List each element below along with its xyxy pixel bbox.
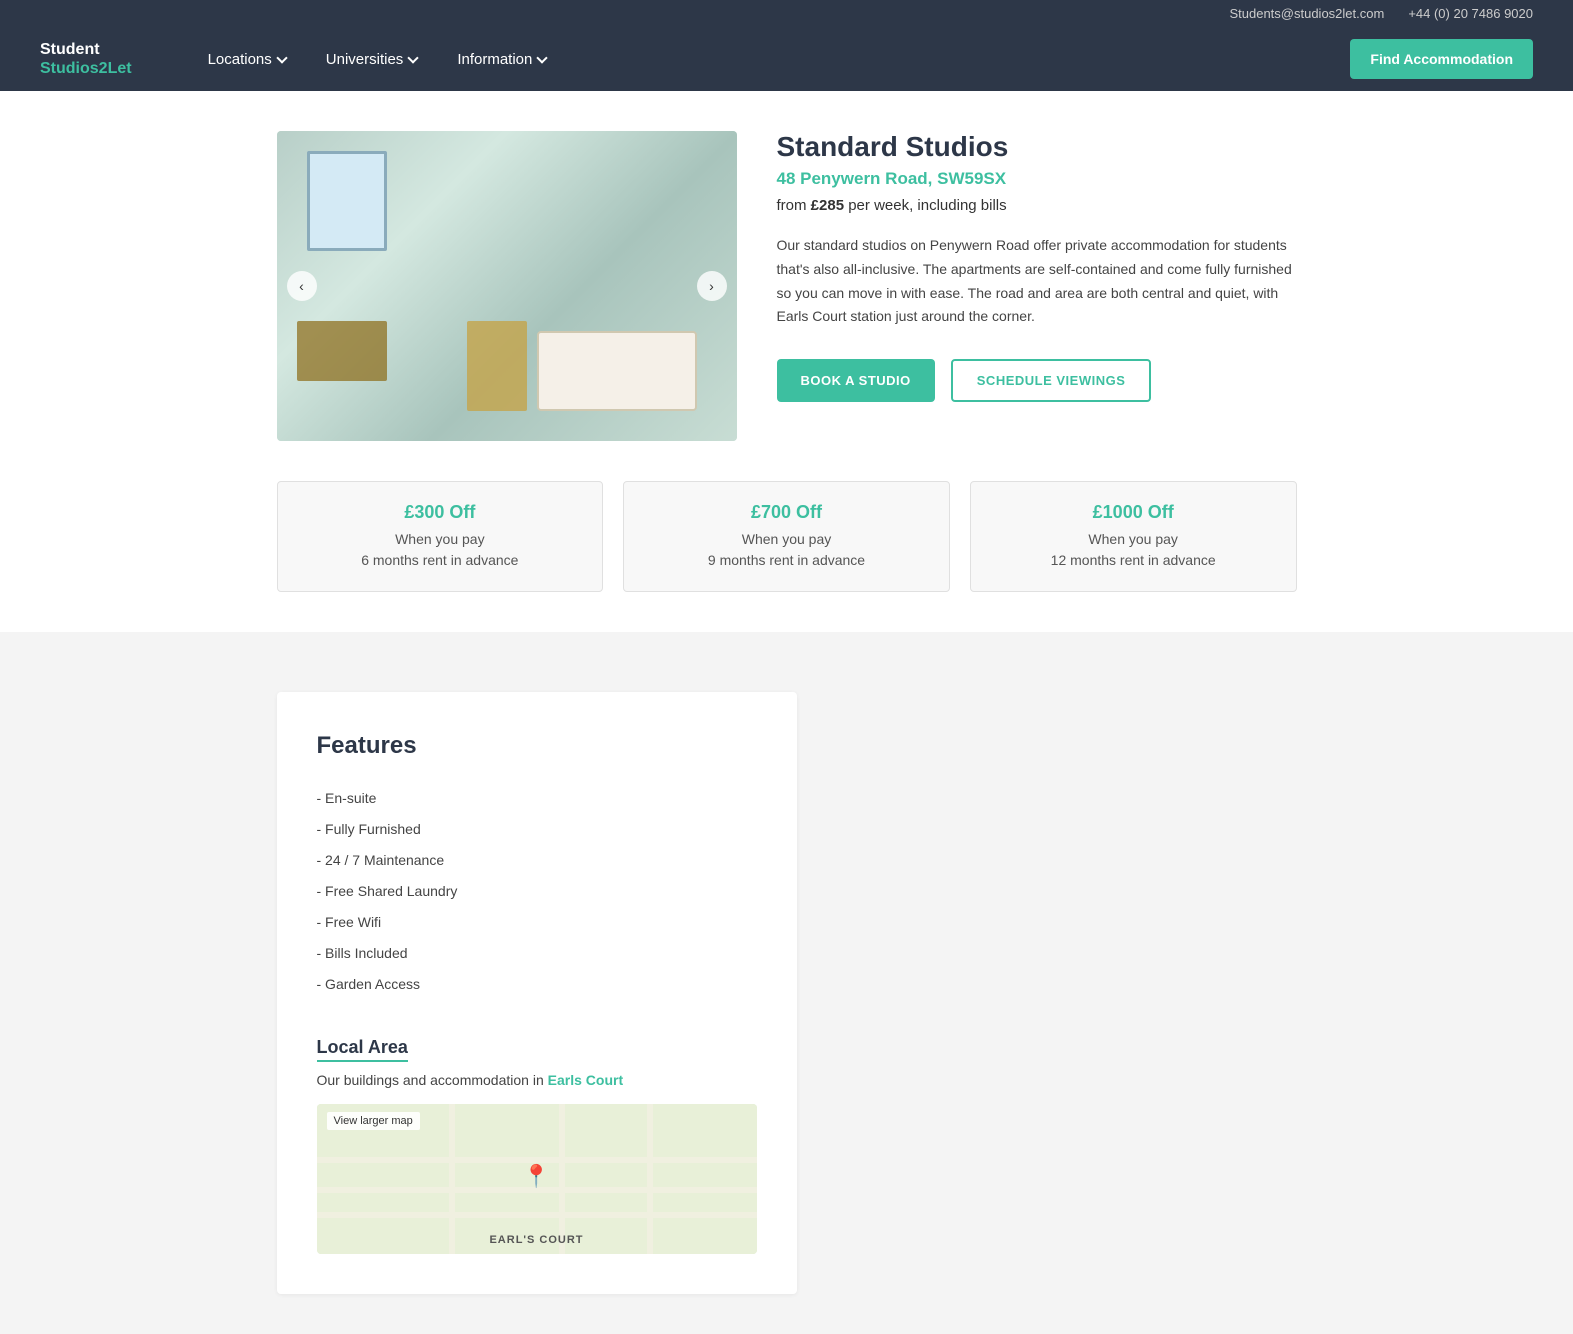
discount-amount-2: £700 Off xyxy=(644,502,929,523)
discount-section: £300 Off When you pay 6 months rent in a… xyxy=(277,481,1297,592)
property-info: Standard Studios 48 Penywern Road, SW59S… xyxy=(777,131,1297,402)
map-road-h1 xyxy=(317,1157,757,1163)
feature-garden: - Garden Access xyxy=(317,974,757,995)
contact-email[interactable]: Students@studios2let.com xyxy=(1229,6,1384,21)
header-nav: Student Studios2Let Locations Universiti… xyxy=(0,27,1573,91)
property-image: ‹ › xyxy=(277,131,737,441)
discount-card-1: £300 Off When you pay 6 months rent in a… xyxy=(277,481,604,592)
map-road-v2 xyxy=(559,1104,565,1254)
features-content: Features - En-suite - Fully Furnished - … xyxy=(277,692,797,1294)
room-window xyxy=(307,151,387,251)
discount-amount-3: £1000 Off xyxy=(991,502,1276,523)
price-amount: £285 xyxy=(811,197,844,214)
view-larger-map-link[interactable]: View larger map xyxy=(327,1112,420,1130)
discount-desc-1: When you pay 6 months rent in advance xyxy=(298,529,583,571)
universities-dropdown-icon xyxy=(408,52,419,63)
property-buttons: BOOK A STUDIO SCHEDULE VIEWINGS xyxy=(777,359,1297,402)
price-prefix: from xyxy=(777,197,807,214)
feature-laundry: - Free Shared Laundry xyxy=(317,881,757,902)
property-description: Our standard studios on Penywern Road of… xyxy=(777,234,1297,329)
book-studio-button[interactable]: BOOK A STUDIO xyxy=(777,359,935,402)
features-section: Features - En-suite - Fully Furnished - … xyxy=(0,632,1573,1334)
discount-card-2: £700 Off When you pay 9 months rent in a… xyxy=(623,481,950,592)
features-title: Features xyxy=(317,732,757,760)
logo-line1: Student xyxy=(40,40,132,59)
find-accommodation-button[interactable]: Find Accommodation xyxy=(1350,39,1533,79)
room-dresser xyxy=(467,321,527,411)
feature-furnished: - Fully Furnished xyxy=(317,819,757,840)
discount-desc-2: When you pay 9 months rent in advance xyxy=(644,529,929,571)
room-desk xyxy=(297,321,387,381)
main-nav: Locations Universities Information xyxy=(192,43,1351,76)
logo-line2: Studios2Let xyxy=(40,59,132,78)
main-content: ‹ › Standard Studios 48 Penywern Road, S… xyxy=(237,131,1337,592)
discount-desc-3: When you pay 12 months rent in advance xyxy=(991,529,1276,571)
features-inner: Features - En-suite - Fully Furnished - … xyxy=(237,692,1337,1294)
image-next-button[interactable]: › xyxy=(697,271,727,301)
schedule-viewings-button[interactable]: SCHEDULE VIEWINGS xyxy=(951,359,1152,402)
contact-phone[interactable]: +44 (0) 20 7486 9020 xyxy=(1408,6,1533,21)
property-address: 48 Penywern Road, SW59SX xyxy=(777,169,1297,189)
header-top-bar: Students@studios2let.com +44 (0) 20 7486… xyxy=(0,0,1573,27)
property-price: from £285 per week, including bills xyxy=(777,197,1297,214)
image-prev-button[interactable]: ‹ xyxy=(287,271,317,301)
room-image-placeholder xyxy=(277,131,737,441)
feature-bills: - Bills Included xyxy=(317,943,757,964)
features-list: - En-suite - Fully Furnished - 24 / 7 Ma… xyxy=(317,788,757,995)
discount-amount-1: £300 Off xyxy=(298,502,583,523)
local-area-desc: Our buildings and accommodation in Earls… xyxy=(317,1072,757,1088)
right-panel xyxy=(837,692,1157,1294)
property-title: Standard Studios xyxy=(777,131,1297,163)
map-road-h3 xyxy=(317,1212,757,1218)
feature-maintenance: - 24 / 7 Maintenance xyxy=(317,850,757,871)
feature-wifi: - Free Wifi xyxy=(317,912,757,933)
price-suffix: per week, including bills xyxy=(848,197,1006,214)
discount-card-3: £1000 Off When you pay 12 months rent in… xyxy=(970,481,1297,592)
property-section: ‹ › Standard Studios 48 Penywern Road, S… xyxy=(277,131,1297,441)
nav-locations[interactable]: Locations xyxy=(192,43,302,76)
information-dropdown-icon xyxy=(537,52,548,63)
map-road-v1 xyxy=(449,1104,455,1254)
nav-universities[interactable]: Universities xyxy=(310,43,434,76)
locations-dropdown-icon xyxy=(276,52,287,63)
local-area-title: Local Area xyxy=(317,1037,408,1062)
nav-information[interactable]: Information xyxy=(441,43,562,76)
map-label: EARL'S COURT xyxy=(489,1234,583,1246)
feature-ensuite: - En-suite xyxy=(317,788,757,809)
map-road-v3 xyxy=(647,1104,653,1254)
logo[interactable]: Student Studios2Let xyxy=(40,40,132,78)
earls-court-link[interactable]: Earls Court xyxy=(548,1072,623,1088)
map-background: 📍 EARL'S COURT View larger map xyxy=(317,1104,757,1254)
room-bed xyxy=(537,331,697,411)
map-placeholder: 📍 EARL'S COURT View larger map xyxy=(317,1104,757,1254)
map-pin-icon: 📍 xyxy=(523,1163,550,1189)
